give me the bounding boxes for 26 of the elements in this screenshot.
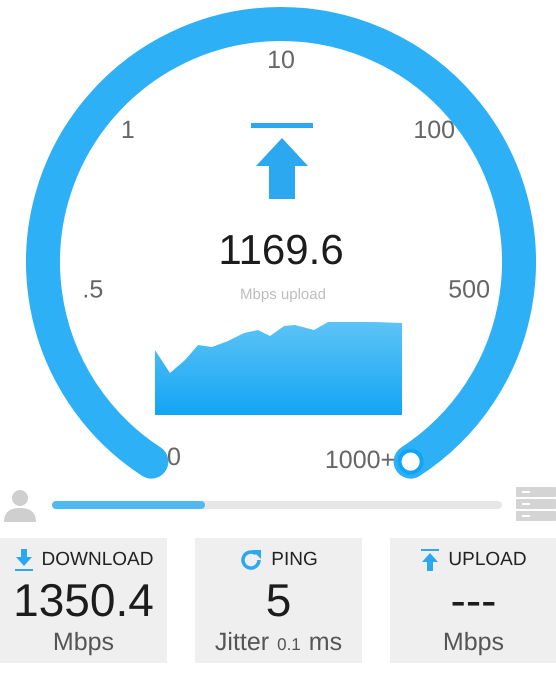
unit-label: Mbps	[52, 628, 114, 657]
gauge-knob[interactable]	[398, 448, 424, 475]
jitter-value: 0.1	[277, 635, 301, 655]
jitter-label: Jitter	[214, 628, 270, 657]
download-icon	[14, 548, 34, 572]
result-title: PING	[271, 549, 318, 571]
unit-label: Mbps	[442, 628, 504, 657]
scale-label: 100	[413, 116, 456, 144]
result-title: DOWNLOAD	[42, 549, 154, 571]
scale-label: 500	[448, 275, 490, 304]
result-value: 5	[266, 577, 292, 623]
jitter-unit: ms	[308, 628, 342, 657]
result-value: ---	[450, 577, 496, 623]
scale-label: 0	[167, 443, 181, 471]
scale-label: .5	[82, 275, 104, 304]
result-title: UPLOAD	[448, 549, 527, 571]
speed-unit: Mbps upload	[240, 286, 326, 303]
refresh-icon	[239, 548, 264, 572]
scale-label: 10	[267, 46, 295, 74]
result-value: 1350.4	[13, 577, 154, 623]
person-icon	[2, 488, 38, 522]
scale-label: 1000+	[324, 446, 396, 474]
upload-arrow-icon	[251, 123, 313, 199]
scale-label: 1	[120, 116, 135, 144]
upload-icon	[420, 548, 440, 572]
speed-reading: 1169.6	[218, 226, 344, 273]
